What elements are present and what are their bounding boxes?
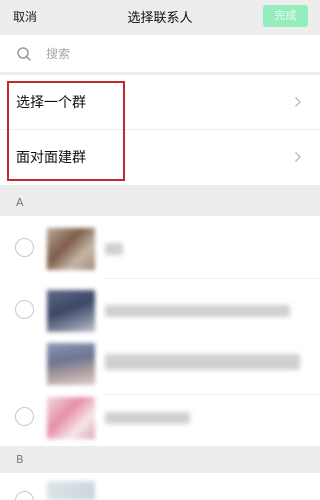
contact-list <box>0 216 320 446</box>
select-radio[interactable] <box>15 300 34 319</box>
avatar <box>47 481 95 500</box>
chevron-right-icon <box>295 97 301 107</box>
face-to-face-group-label: 面对面建群 <box>16 150 86 166</box>
select-radio[interactable] <box>15 407 34 426</box>
contact-row[interactable] <box>0 334 320 391</box>
section-header-b: B <box>0 449 320 473</box>
group-options: 选择一个群 面对面建群 <box>0 75 320 185</box>
contact-row[interactable] <box>0 281 320 338</box>
chevron-right-icon <box>295 152 301 162</box>
avatar <box>47 397 95 439</box>
contact-name <box>105 243 123 255</box>
row-divider <box>104 278 320 279</box>
select-group-option[interactable]: 选择一个群 <box>0 75 320 130</box>
select-group-label: 选择一个群 <box>16 95 86 111</box>
contact-name <box>105 412 190 424</box>
section-letter: B <box>16 453 24 466</box>
section-header-a: A <box>0 192 320 216</box>
search-bar[interactable]: 搜索 <box>0 35 320 72</box>
contact-name <box>105 305 290 317</box>
avatar <box>47 228 95 270</box>
contact-list-b <box>0 473 320 500</box>
search-input[interactable]: 搜索 <box>46 45 70 62</box>
face-to-face-group-option[interactable]: 面对面建群 <box>0 130 320 185</box>
done-button[interactable]: 完成 <box>263 5 308 27</box>
avatar <box>47 343 95 385</box>
search-icon <box>17 47 31 61</box>
select-radio[interactable] <box>15 238 34 257</box>
contact-row[interactable] <box>0 219 320 276</box>
navigation-bar: 取消 选择联系人 完成 <box>0 0 320 32</box>
select-radio[interactable] <box>15 491 34 500</box>
contact-row[interactable] <box>0 388 320 445</box>
contact-row[interactable] <box>0 473 320 500</box>
contact-name <box>105 354 300 370</box>
avatar <box>47 290 95 332</box>
section-letter: A <box>16 196 24 209</box>
